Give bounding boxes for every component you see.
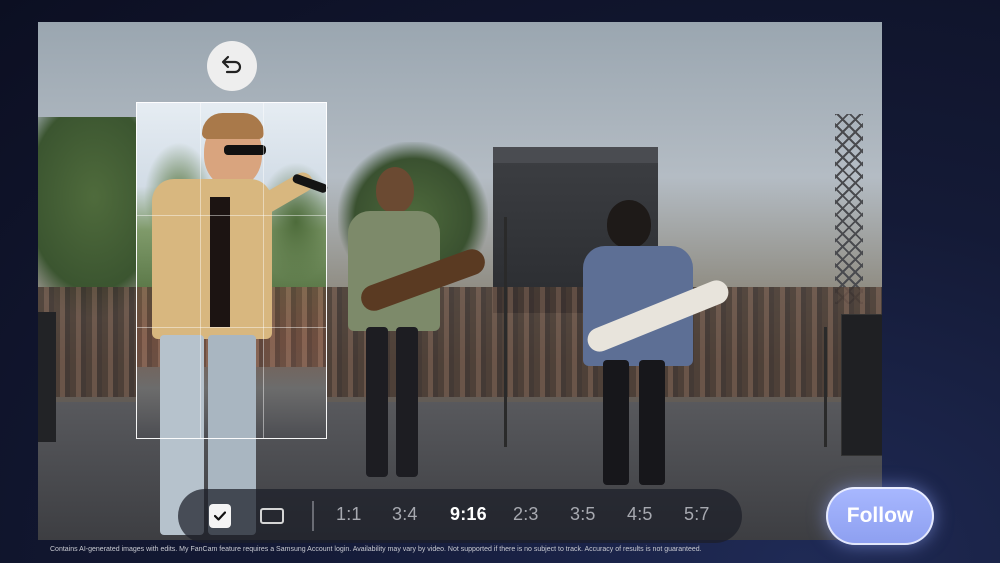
disclaimer-text: Contains AI-generated images with edits.… [50,546,702,553]
divider [312,501,314,531]
crop-grid-line [263,103,264,438]
ratio-option-5-7[interactable]: 5:7 [684,504,710,525]
amplifier [38,312,56,442]
ratio-option-3-4[interactable]: 3:4 [392,504,418,525]
crop-grid-line [137,327,326,328]
amplifier [841,314,882,456]
crop-grid-line [137,215,326,216]
guitarist-right[interactable] [573,200,733,500]
rectangle-frame-icon[interactable] [260,508,284,524]
ratio-option-9-16[interactable]: 9:16 [450,504,487,525]
guitarist-left[interactable] [338,167,489,497]
aspect-ratio-bar: 1:1 3:4 9:16 2:3 3:5 4:5 5:7 [178,489,742,543]
lighting-tower [835,114,863,304]
undo-arrow-icon [221,54,243,79]
crop-grid-line [200,103,201,438]
mic-stand [824,327,827,447]
ratio-option-4-5[interactable]: 4:5 [627,504,653,525]
video-frame [38,22,882,540]
undo-button[interactable] [207,41,257,91]
follow-button[interactable]: Follow [826,487,934,545]
crop-frame-9-16[interactable] [136,102,327,439]
checkbox-checked-icon[interactable] [209,504,231,528]
ratio-option-3-5[interactable]: 3:5 [570,504,596,525]
mic-stand [504,217,507,447]
ratio-option-2-3[interactable]: 2:3 [513,504,539,525]
ratio-option-1-1[interactable]: 1:1 [336,504,362,525]
